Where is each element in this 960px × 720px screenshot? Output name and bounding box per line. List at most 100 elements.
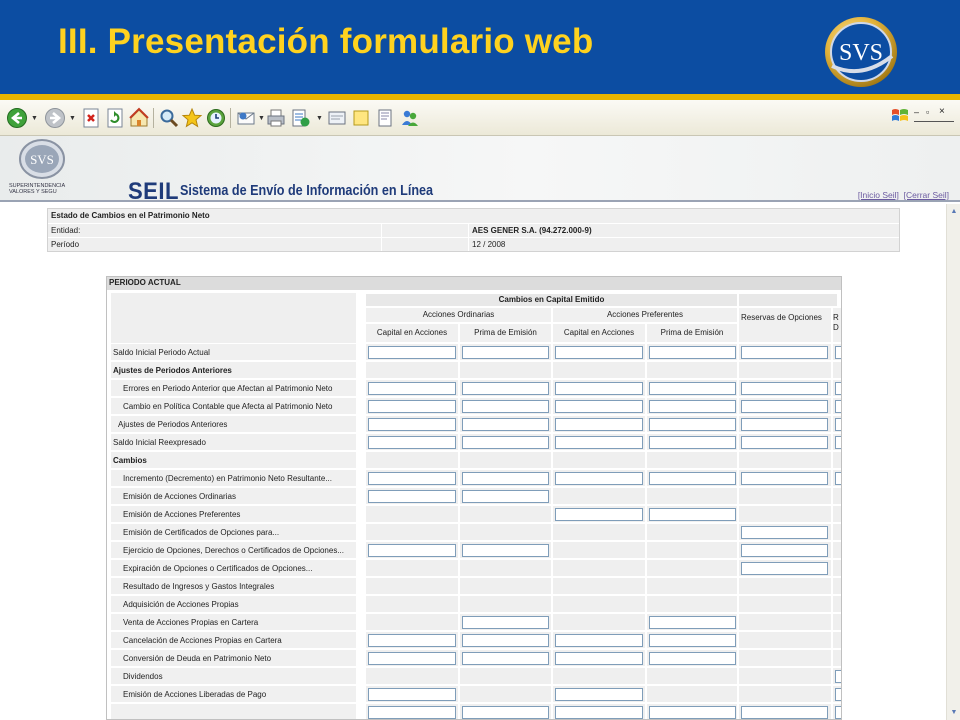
col-header-capital-2: Capital en Acciones <box>553 324 645 342</box>
table-cell <box>553 686 645 703</box>
amount-input[interactable] <box>462 418 549 431</box>
amount-input[interactable] <box>368 382 456 395</box>
forward-icon[interactable] <box>44 107 66 129</box>
amount-input[interactable] <box>835 400 841 413</box>
mail-dropdown-icon[interactable]: ▼ <box>258 115 265 122</box>
amount-input[interactable] <box>462 346 549 359</box>
amount-input[interactable] <box>555 382 643 395</box>
discuss-icon[interactable] <box>326 107 348 129</box>
scroll-down-icon[interactable]: ▼ <box>949 707 959 718</box>
amount-input[interactable] <box>462 490 549 503</box>
amount-input[interactable] <box>741 526 828 539</box>
stop-icon[interactable] <box>80 107 102 129</box>
amount-input[interactable] <box>835 688 841 701</box>
inicio-seil-link[interactable]: [Inicio Seil] <box>858 190 899 200</box>
scroll-up-icon[interactable]: ▲ <box>949 206 959 217</box>
amount-input[interactable] <box>462 382 549 395</box>
amount-input[interactable] <box>368 688 456 701</box>
back-icon[interactable] <box>6 107 28 129</box>
amount-input[interactable] <box>555 400 643 413</box>
forward-dropdown-icon[interactable]: ▼ <box>69 115 76 122</box>
users-icon[interactable] <box>399 107 421 129</box>
edit-dropdown-icon[interactable]: ▼ <box>316 115 323 122</box>
amount-input[interactable] <box>555 688 643 701</box>
amount-input[interactable] <box>835 418 841 431</box>
amount-input[interactable] <box>555 436 643 449</box>
favorites-icon[interactable] <box>181 107 203 129</box>
amount-input[interactable] <box>649 346 736 359</box>
minimize-icon[interactable]: – <box>914 107 919 117</box>
amount-input[interactable] <box>741 562 828 575</box>
amount-input[interactable] <box>649 634 736 647</box>
restore-icon[interactable]: ▫ <box>926 107 929 117</box>
amount-input[interactable] <box>649 472 736 485</box>
amount-input[interactable] <box>368 418 456 431</box>
amount-input[interactable] <box>649 616 736 629</box>
amount-input[interactable] <box>555 652 643 665</box>
refresh-icon[interactable] <box>104 107 126 129</box>
amount-input[interactable] <box>368 346 456 359</box>
amount-input[interactable] <box>741 436 828 449</box>
amount-input[interactable] <box>835 706 841 719</box>
mail-icon[interactable] <box>235 107 257 129</box>
edit-icon[interactable] <box>289 107 311 129</box>
amount-input[interactable] <box>741 706 828 719</box>
amount-input[interactable] <box>649 418 736 431</box>
amount-input[interactable] <box>462 472 549 485</box>
print-icon[interactable] <box>265 107 287 129</box>
cerrar-seil-link[interactable]: [Cerrar Seil] <box>904 190 949 200</box>
amount-input[interactable] <box>649 382 736 395</box>
amount-input[interactable] <box>368 472 456 485</box>
amount-input[interactable] <box>649 436 736 449</box>
amount-input[interactable] <box>462 616 549 629</box>
amount-input[interactable] <box>649 706 736 719</box>
table-cell <box>366 560 458 577</box>
amount-input[interactable] <box>368 652 456 665</box>
search-icon[interactable] <box>158 107 180 129</box>
row-label: Emisión de Acciones Liberadas de Pago <box>111 686 356 703</box>
close-icon[interactable]: × <box>939 106 945 117</box>
amount-input[interactable] <box>555 634 643 647</box>
research-icon[interactable] <box>374 107 396 129</box>
amount-input[interactable] <box>741 346 828 359</box>
amount-input[interactable] <box>835 436 841 449</box>
amount-input[interactable] <box>741 544 828 557</box>
amount-input[interactable] <box>741 382 828 395</box>
amount-input[interactable] <box>368 490 456 503</box>
vertical-scrollbar[interactable]: ▲ ▼ <box>946 204 960 720</box>
amount-input[interactable] <box>462 436 549 449</box>
amount-input[interactable] <box>462 652 549 665</box>
amount-input[interactable] <box>368 544 456 557</box>
amount-input[interactable] <box>741 400 828 413</box>
history-icon[interactable] <box>205 107 227 129</box>
amount-input[interactable] <box>741 472 828 485</box>
amount-input[interactable] <box>555 418 643 431</box>
home-icon[interactable] <box>128 107 150 129</box>
amount-input[interactable] <box>368 400 456 413</box>
amount-input[interactable] <box>555 508 643 521</box>
amount-input[interactable] <box>555 706 643 719</box>
table-cell <box>833 488 841 505</box>
back-dropdown-icon[interactable]: ▼ <box>31 115 38 122</box>
amount-input[interactable] <box>649 508 736 521</box>
amount-input[interactable] <box>368 706 456 719</box>
amount-input[interactable] <box>462 706 549 719</box>
table-cell <box>553 632 645 649</box>
amount-input[interactable] <box>462 634 549 647</box>
amount-input[interactable] <box>835 472 841 485</box>
amount-input[interactable] <box>462 544 549 557</box>
amount-input[interactable] <box>368 634 456 647</box>
amount-input[interactable] <box>835 670 841 683</box>
amount-input[interactable] <box>555 472 643 485</box>
amount-input[interactable] <box>555 346 643 359</box>
amount-input[interactable] <box>368 436 456 449</box>
amount-input[interactable] <box>835 382 841 395</box>
sub-header-preferentes: Acciones Preferentes <box>553 308 737 322</box>
browser-window: ▼ ▼ ▼ ▼ – ▫ × SVS SUPERINTENDENCIA VALOR… <box>0 100 960 720</box>
messenger-icon[interactable] <box>350 107 372 129</box>
amount-input[interactable] <box>835 346 841 359</box>
amount-input[interactable] <box>741 418 828 431</box>
amount-input[interactable] <box>462 400 549 413</box>
amount-input[interactable] <box>649 400 736 413</box>
amount-input[interactable] <box>649 652 736 665</box>
